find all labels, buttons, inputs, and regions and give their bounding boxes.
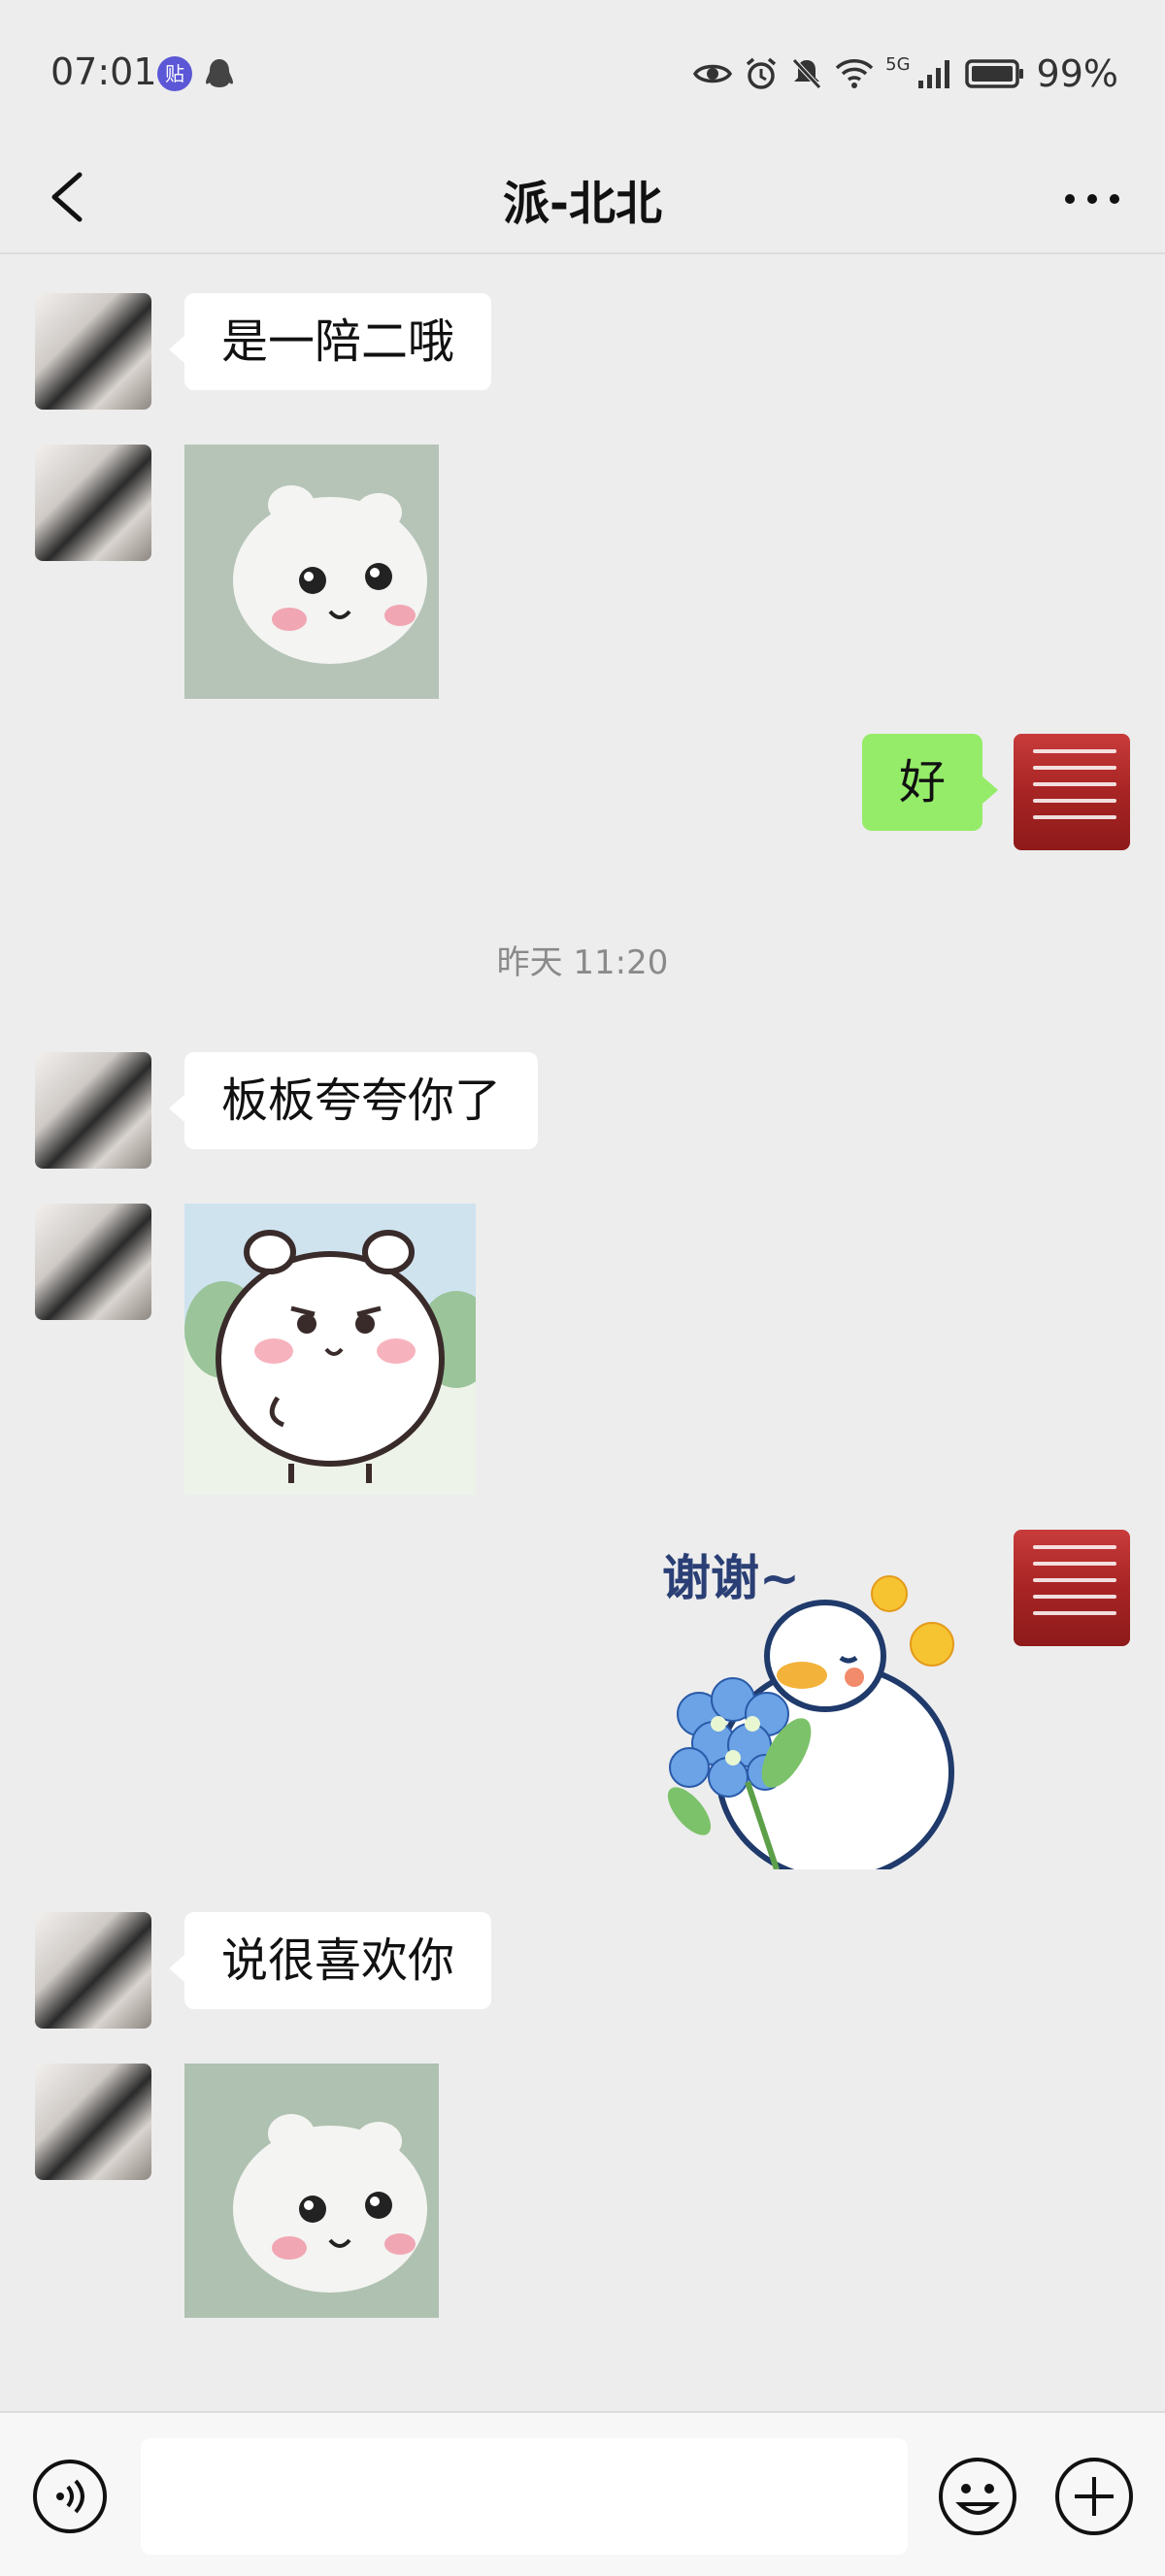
signal-icon: [917, 60, 949, 88]
chat-header: 派-北北: [0, 146, 1165, 252]
self-avatar[interactable]: [1014, 1530, 1130, 1646]
contact-avatar[interactable]: [35, 445, 151, 561]
message-input[interactable]: [141, 2438, 908, 2555]
contact-avatar[interactable]: [35, 2064, 151, 2180]
battery-level: 99%: [1036, 52, 1118, 95]
message-bubble-incoming[interactable]: 板板夸夸你了: [168, 1052, 539, 1149]
contact-avatar[interactable]: [35, 293, 151, 410]
contact-avatar[interactable]: [35, 1052, 151, 1169]
input-toolbar: [0, 2411, 1165, 2576]
sticker-caption: 谢谢~: [662, 1550, 800, 1606]
message-bubble-outgoing[interactable]: 好: [861, 734, 999, 831]
battery-icon: [964, 59, 1023, 88]
white-bear-peeking-sticker[interactable]: [184, 2064, 439, 2318]
contact-avatar[interactable]: [35, 1204, 151, 1320]
voice-icon[interactable]: [31, 2458, 109, 2535]
network-type: 5G: [885, 53, 911, 75]
alarm-icon: [747, 57, 777, 89]
white-bear-peeking-sticker[interactable]: [184, 445, 439, 699]
plus-icon[interactable]: [1053, 2456, 1135, 2537]
duck-flowers-sticker[interactable]: 谢谢~: [641, 1530, 981, 1869]
message-bubble-incoming[interactable]: 说很喜欢你: [168, 1912, 492, 2009]
self-avatar[interactable]: [1014, 734, 1130, 850]
message-timestamp: 昨天 11:20: [496, 943, 669, 982]
white-bear-standing-sticker[interactable]: [184, 1204, 476, 1495]
message-bubble-incoming[interactable]: 是一陪二哦: [168, 293, 492, 390]
penguin-icon: [206, 59, 233, 87]
mute-bell-icon: [792, 58, 821, 89]
more-dots-icon[interactable]: [1058, 165, 1126, 233]
chat-title[interactable]: 派-北北: [0, 165, 1165, 233]
status-bar: 07:01 贴 5G 99%: [0, 0, 1165, 146]
emoji-icon[interactable]: [937, 2456, 1018, 2537]
status-indicators: 5G 99%: [693, 50, 1118, 97]
status-time: 07:01: [50, 50, 157, 93]
eye-icon: [693, 64, 733, 83]
wifi-icon: [835, 59, 874, 88]
app-badge-icon: 贴: [157, 56, 192, 91]
contact-avatar[interactable]: [35, 1912, 151, 2029]
header-divider: [0, 252, 1165, 254]
